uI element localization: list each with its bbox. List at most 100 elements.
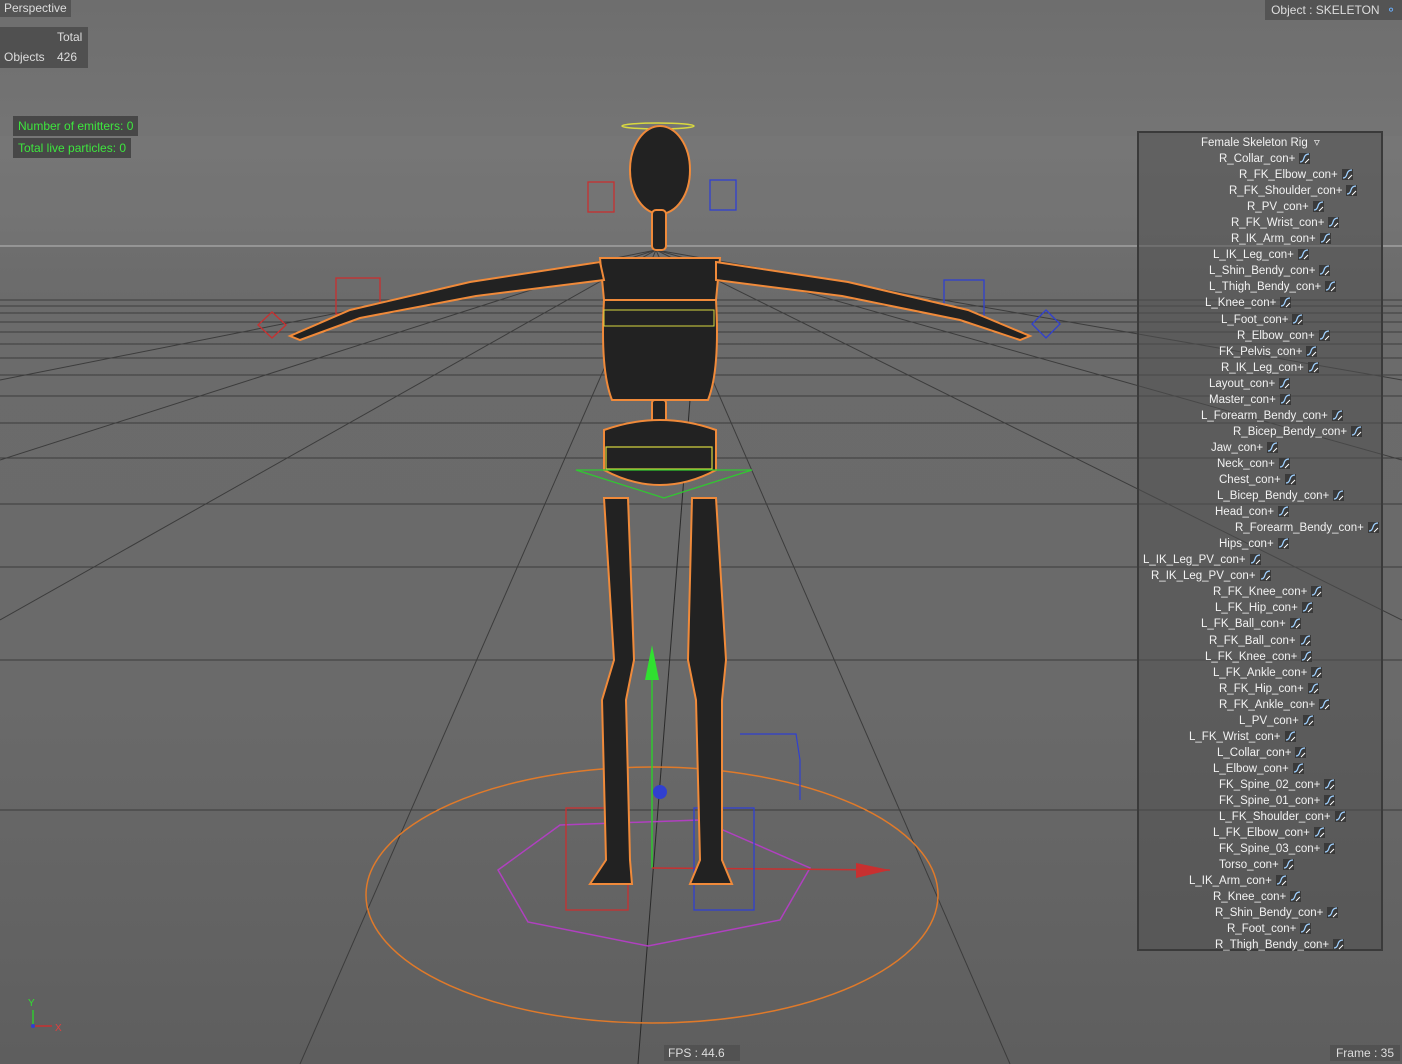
rig-control-label: L_IK_Arm_con+: [1189, 875, 1272, 888]
rig-control-item[interactable]: R_Collar_con+: [1219, 152, 1311, 166]
rig-control-label: L_Shin_Bendy_con+: [1209, 265, 1316, 278]
rig-control-item[interactable]: R_IK_Arm_con+: [1231, 232, 1331, 246]
master-controller-hex[interactable]: [497, 819, 812, 947]
rig-control-label: R_FK_Wrist_con+: [1231, 217, 1325, 230]
rig-control-item[interactable]: R_FK_Hip_con+: [1219, 682, 1319, 696]
rig-control-item[interactable]: R_Knee_con+: [1213, 890, 1302, 904]
rig-control-item[interactable]: L_Shin_Bendy_con+: [1209, 264, 1331, 278]
rig-control-item[interactable]: Hips_con+: [1219, 537, 1289, 551]
rig-control-label: L_Collar_con+: [1217, 746, 1292, 759]
rig-control-item[interactable]: L_FK_Elbow_con+: [1213, 826, 1325, 840]
rig-control-item[interactable]: L_IK_Arm_con+: [1189, 874, 1287, 888]
rig-control-label: R_Bicep_Bendy_con+: [1233, 425, 1348, 438]
r-pv-control[interactable]: [257, 311, 287, 339]
rig-control-item[interactable]: FK_Spine_03_con+: [1219, 842, 1336, 856]
rig-control-item[interactable]: R_FK_Knee_con+: [1213, 585, 1323, 599]
rig-control-item[interactable]: R_Foot_con+: [1227, 922, 1312, 936]
rig-control-item[interactable]: R_Bicep_Bendy_con+: [1233, 425, 1363, 439]
l-pv-control[interactable]: [1031, 309, 1061, 339]
rig-control-label: L_FK_Shoulder_con+: [1219, 811, 1331, 824]
curve-control-icon: [1302, 714, 1314, 726]
rig-control-item[interactable]: L_Foot_con+: [1221, 313, 1304, 327]
axis-y-label: Y: [28, 998, 35, 1009]
curve-control-icon: [1279, 393, 1291, 405]
curve-control-icon: [1289, 618, 1301, 630]
rig-control-item[interactable]: R_IK_Leg_PV_con+: [1151, 569, 1271, 583]
pv-control[interactable]: [740, 733, 801, 800]
rig-control-item[interactable]: Layout_con+: [1209, 377, 1291, 391]
rig-control-item[interactable]: L_Collar_con+: [1217, 746, 1307, 760]
rig-control-label: L_FK_Hip_con+: [1215, 602, 1298, 615]
rig-control-item[interactable]: L_PV_con+: [1239, 714, 1314, 728]
rig-control-item[interactable]: L_FK_Hip_con+: [1215, 601, 1313, 615]
rig-title[interactable]: Female Skeleton Rig ▿: [1201, 136, 1320, 150]
rig-control-label: L_Elbow_con+: [1213, 762, 1289, 775]
rig-control-item[interactable]: Head_con+: [1215, 505, 1290, 519]
rig-control-label: L_Knee_con+: [1205, 297, 1277, 310]
rig-control-label: R_FK_Ball_con+: [1209, 634, 1296, 647]
rig-control-item[interactable]: L_Forearm_Bendy_con+: [1201, 409, 1343, 423]
rig-control-item[interactable]: L_Thigh_Bendy_con+: [1209, 280, 1337, 294]
rig-control-item[interactable]: R_PV_con+: [1247, 200, 1324, 214]
rig-control-label: R_Forearm_Bendy_con+: [1235, 522, 1364, 535]
rig-control-item[interactable]: R_FK_Shoulder_con+: [1229, 184, 1358, 198]
rig-control-item[interactable]: FK_Pelvis_con+: [1219, 345, 1318, 359]
rig-control-item[interactable]: FK_Spine_02_con+: [1219, 778, 1336, 792]
rig-control-item[interactable]: L_Elbow_con+: [1213, 762, 1304, 776]
rig-control-label: L_FK_Wrist_con+: [1189, 730, 1281, 743]
rig-control-label: Hips_con+: [1219, 538, 1274, 551]
rig-control-item[interactable]: R_Thigh_Bendy_con+: [1215, 938, 1345, 952]
rig-control-item[interactable]: R_IK_Leg_con+: [1221, 361, 1319, 375]
curve-control-icon: [1277, 538, 1289, 550]
curve-control-icon: [1301, 650, 1313, 662]
curve-control-icon: [1325, 281, 1337, 293]
rig-control-label: R_FK_Ankle_con+: [1219, 698, 1316, 711]
rig-controls-panel: Female Skeleton Rig ▿ R_Collar_con+ R_FK_…: [1137, 131, 1383, 951]
curve-control-icon: [1333, 939, 1345, 951]
rig-control-item[interactable]: L_IK_Leg_con+: [1213, 248, 1309, 262]
rig-control-item[interactable]: L_FK_Ball_con+: [1201, 617, 1301, 631]
rig-control-item[interactable]: FK_Spine_01_con+: [1219, 794, 1336, 808]
move-gizmo[interactable]: [645, 645, 891, 878]
rig-control-item[interactable]: R_FK_Wrist_con+: [1231, 216, 1340, 230]
rig-control-item[interactable]: Jaw_con+: [1211, 441, 1279, 455]
rig-control-item[interactable]: Neck_con+: [1217, 457, 1290, 471]
rig-control-item[interactable]: L_Bicep_Bendy_con+: [1217, 489, 1345, 503]
rig-control-label: L_Thigh_Bendy_con+: [1209, 281, 1322, 294]
viewport-name-label[interactable]: Perspective: [0, 0, 71, 17]
rig-control-item[interactable]: R_Shin_Bendy_con+: [1215, 906, 1339, 920]
curve-control-icon: [1249, 554, 1261, 566]
curve-control-icon: [1324, 795, 1336, 806]
rig-control-label: Head_con+: [1215, 506, 1275, 519]
curve-control-icon: [1334, 811, 1346, 823]
rig-control-label: Master_con+: [1209, 393, 1276, 406]
rig-control-item[interactable]: R_FK_Ball_con+: [1209, 634, 1311, 648]
stats-objects-label: Objects: [4, 50, 45, 64]
rig-control-item[interactable]: R_FK_Elbow_con+: [1239, 168, 1353, 182]
rig-control-item[interactable]: R_Forearm_Bendy_con+: [1235, 521, 1379, 535]
curve-control-icon: [1292, 762, 1304, 774]
rig-control-label: R_IK_Leg_PV_con+: [1151, 570, 1256, 583]
rig-control-item[interactable]: L_FK_Shoulder_con+: [1219, 810, 1346, 824]
rig-control-item[interactable]: L_Knee_con+: [1205, 296, 1292, 310]
object-type-icon: ⚬: [1385, 3, 1396, 17]
rig-control-item[interactable]: Chest_con+: [1219, 473, 1296, 487]
curve-control-icon: [1299, 634, 1311, 646]
rig-control-label: L_Bicep_Bendy_con+: [1217, 490, 1330, 503]
rig-control-item[interactable]: L_FK_Knee_con+: [1205, 650, 1313, 664]
curve-control-icon: [1313, 827, 1325, 839]
rig-control-label: R_FK_Knee_con+: [1213, 586, 1308, 599]
curve-control-icon: [1307, 361, 1319, 373]
rig-control-item[interactable]: R_Elbow_con+: [1237, 329, 1330, 343]
rig-control-item[interactable]: L_IK_Leg_PV_con+: [1143, 553, 1261, 567]
curve-control-icon: [1279, 377, 1291, 389]
rig-control-item[interactable]: L_FK_Wrist_con+: [1189, 730, 1296, 744]
curve-control-icon: [1327, 907, 1339, 919]
rig-control-item[interactable]: R_FK_Ankle_con+: [1219, 698, 1331, 712]
curve-control-icon: [1331, 409, 1343, 421]
curve-control-icon: [1311, 586, 1323, 598]
curve-control-icon: [1319, 698, 1331, 710]
rig-control-item[interactable]: Torso_con+: [1219, 858, 1294, 872]
rig-control-item[interactable]: Master_con+: [1209, 393, 1291, 407]
rig-control-item[interactable]: L_FK_Ankle_con+: [1213, 666, 1323, 680]
